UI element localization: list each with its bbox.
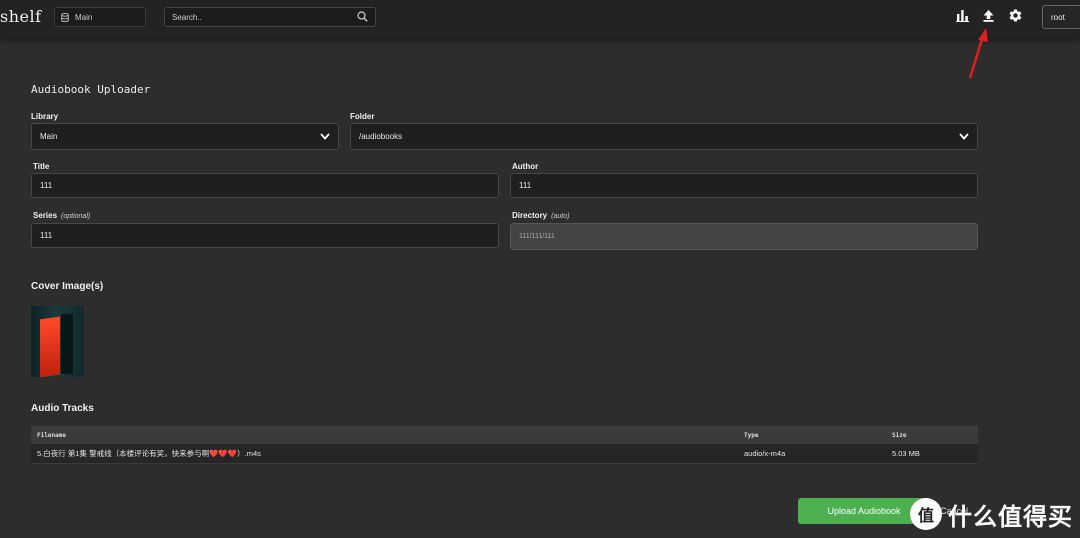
watermark-text: 什么值得买 [948, 503, 1073, 531]
column-header-filename: Filename [31, 426, 738, 444]
cover-image-thumbnail[interactable] [31, 306, 84, 377]
folder-select-value: /audiobooks [359, 132, 403, 141]
series-input-value: 111 [40, 231, 53, 240]
column-header-size: Size [886, 426, 978, 444]
library-switcher[interactable]: Main [54, 7, 146, 27]
library-label: Library [31, 112, 59, 121]
page-title: Audiobook Uploader [31, 83, 151, 96]
series-input[interactable]: 111 [31, 223, 499, 248]
table-header-row: Filename Type Size [31, 426, 978, 444]
title-input[interactable]: 111 [31, 173, 499, 198]
cover-art-door [40, 316, 60, 377]
audio-tracks-table: Filename Type Size 5.白夜行 第1集 警戒线（本楼评论有奖，… [31, 426, 978, 464]
username: root [1051, 12, 1065, 22]
series-hint: (optional) [61, 213, 91, 220]
database-icon [61, 12, 69, 22]
track-filename: 5.白夜行 第1集 警戒线（本楼评论有奖，快来参与啊❤️❤️❤️）.m4s [31, 444, 738, 464]
search-box[interactable] [164, 7, 376, 27]
gear-icon[interactable] [1008, 8, 1023, 23]
directory-input: 111/111/111 [510, 223, 978, 250]
chevron-down-icon [320, 133, 330, 140]
top-bar: shelf Main root [0, 0, 1080, 38]
cover-images-heading: Cover Image(s) [31, 281, 104, 292]
watermark-badge: 值 [910, 498, 942, 530]
upload-icon[interactable] [982, 9, 995, 22]
directory-label-text: Directory [512, 211, 548, 220]
annotation-arrow-icon [968, 28, 988, 79]
directory-hint: (auto) [551, 213, 570, 220]
search-input[interactable] [165, 8, 352, 26]
folder-label: Folder [350, 112, 375, 121]
title-input-value: 111 [40, 181, 53, 190]
author-input-value: 111 [519, 181, 532, 190]
library-select-value: Main [40, 132, 58, 141]
title-label: Title [33, 162, 50, 171]
cover-art-shadow [61, 314, 73, 374]
stats-icon[interactable] [956, 9, 969, 22]
table-row: 5.白夜行 第1集 警戒线（本楼评论有奖，快来参与啊❤️❤️❤️）.m4s au… [31, 444, 978, 464]
library-switcher-label: Main [75, 12, 93, 22]
library-select[interactable]: Main [31, 123, 339, 150]
watermark: 值 什么值得买 [910, 490, 1080, 538]
folder-select[interactable]: /audiobooks [350, 123, 978, 150]
search-icon[interactable] [357, 11, 368, 22]
user-menu-button[interactable]: root [1042, 5, 1080, 29]
author-input[interactable]: 111 [510, 173, 978, 198]
track-size: 5.03 MB [886, 444, 978, 464]
directory-label: Directory (auto) [512, 211, 569, 220]
audio-tracks-heading: Audio Tracks [31, 403, 94, 414]
directory-input-value: 111/111/111 [519, 233, 555, 240]
chevron-down-icon [959, 133, 969, 140]
series-label: Series (optional) [33, 211, 90, 220]
app-logo[interactable]: shelf [0, 7, 42, 26]
series-label-text: Series [33, 211, 58, 220]
track-type: audio/x-m4a [738, 444, 886, 464]
column-header-type: Type [738, 426, 886, 444]
author-label: Author [512, 162, 539, 171]
